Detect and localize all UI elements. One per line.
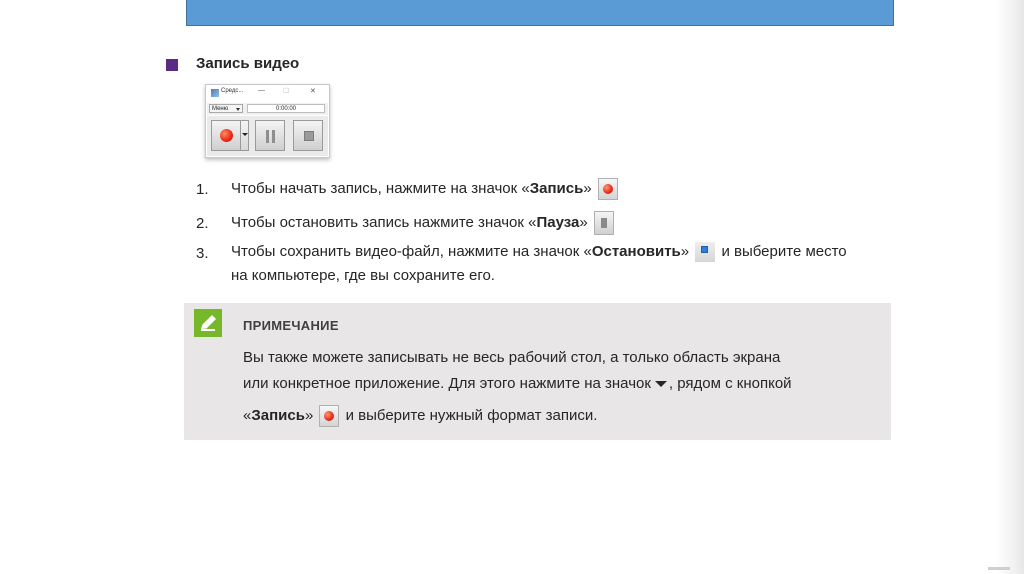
step-text: Чтобы остановить запись нажмите значок «… xyxy=(231,211,616,236)
note-text-part: или конкретное приложение. Для этого наж… xyxy=(243,375,651,392)
record-icon xyxy=(319,405,340,427)
step-text-part: » xyxy=(579,214,588,231)
dropdown-arrow-icon xyxy=(242,133,248,136)
stop-icon xyxy=(304,131,314,141)
note-text-line: Вы также можете записывать не весь рабоч… xyxy=(243,349,781,366)
menu-label: Меню xyxy=(212,106,229,112)
app-icon xyxy=(211,89,219,97)
pause-icon-bar xyxy=(272,130,275,143)
note-heading: ПРИМЕЧАНИЕ xyxy=(243,318,339,333)
step-bold-term: Запись xyxy=(529,180,584,197)
stop-icon xyxy=(695,242,716,263)
time-display: 0:00:00 xyxy=(247,104,325,113)
step-number: 2. xyxy=(196,215,209,232)
record-icon xyxy=(597,178,618,201)
note-text-part: и выберите нужный формат записи. xyxy=(345,406,598,424)
section-title: Запись видео xyxy=(196,55,300,72)
close-button[interactable]: ✕ xyxy=(310,87,316,95)
dropdown-arrow-icon xyxy=(654,381,667,388)
slide-edge-shadow xyxy=(996,0,1024,574)
step-text-part: » xyxy=(583,180,592,197)
note-text-part: » xyxy=(304,406,314,424)
step-text-part: Чтобы сохранить видео-файл, нажмите на з… xyxy=(231,243,592,260)
step-bold-term: Пауза xyxy=(536,214,580,231)
pause-button[interactable] xyxy=(255,120,285,151)
maximize-button[interactable]: ☐ xyxy=(283,87,289,95)
record-options-dropdown[interactable] xyxy=(241,120,249,151)
recorder-controls xyxy=(207,116,328,156)
step-text: Чтобы начать запись, нажмите на значок «… xyxy=(231,177,620,201)
record-button[interactable] xyxy=(211,120,241,151)
menu-dropdown[interactable]: Меню xyxy=(209,104,243,113)
step-text-part: и выберите место xyxy=(721,243,847,260)
pause-icon xyxy=(593,211,614,236)
recorder-title: Средс... xyxy=(221,88,244,94)
step-number: 1. xyxy=(196,181,209,198)
minimize-button[interactable]: — xyxy=(258,87,265,94)
note-bold-term: Запись xyxy=(251,406,305,424)
step-text-continued: на компьютере, где вы сохраните его. xyxy=(231,267,495,284)
header-bar xyxy=(186,0,894,26)
step-text: Чтобы сохранить видео-файл, нажмите на з… xyxy=(231,240,847,264)
pencil-icon xyxy=(194,309,222,337)
record-icon xyxy=(220,129,233,142)
note-text-part: , рядом с кнопкой xyxy=(668,375,792,392)
step-bold-term: Остановить xyxy=(591,243,681,260)
pause-icon xyxy=(266,130,269,143)
step-text-part: Чтобы остановить запись нажмите значок « xyxy=(231,214,537,231)
step-text-part: Чтобы начать запись, нажмите на значок « xyxy=(231,180,530,197)
note-text-line: «Запись» и выберите нужный формат записи… xyxy=(243,405,597,427)
section-bullet xyxy=(166,59,178,71)
stop-button[interactable] xyxy=(293,120,323,151)
note-text-line: или конкретное приложение. Для этого наж… xyxy=(243,375,792,392)
step-text-part: » xyxy=(680,243,690,260)
recorder-titlebar: Средс... — ☐ ✕ xyxy=(206,85,329,101)
recorder-toolbar: Меню 0:00:00 xyxy=(207,103,328,115)
slide-control xyxy=(988,567,1010,570)
recorder-window: Средс... — ☐ ✕ Меню 0:00:00 xyxy=(205,84,330,158)
chevron-down-icon xyxy=(236,108,240,111)
step-number: 3. xyxy=(196,245,209,262)
